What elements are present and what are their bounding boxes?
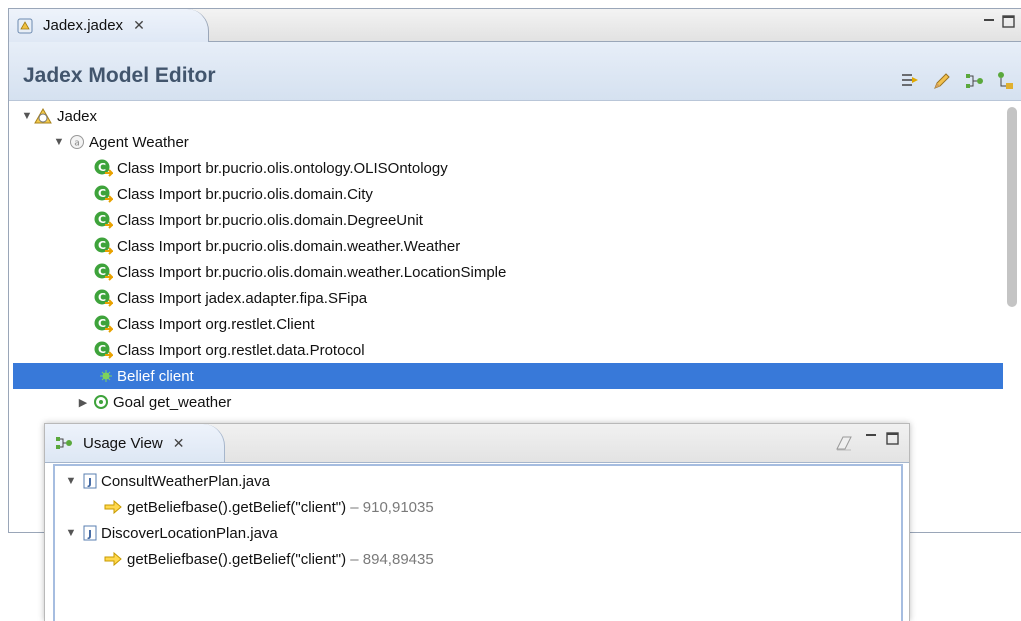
tree-node-label: Class Import jadex.adapter.fipa.SFipa [117,289,368,307]
java-file-icon: J [83,473,97,489]
tree-node-label: Goal get_weather [113,393,232,411]
collapsed-triangle-icon[interactable]: ▶ [77,396,89,409]
class-import-icon: C [93,158,113,178]
tab-label: Usage View [83,434,163,452]
usage-file-item[interactable]: ▼ J ConsultWeatherPlan.java [55,468,901,494]
svg-text:C: C [98,265,106,278]
tree-node-import[interactable]: C Class Import br.pucrio.olis.domain.Cit… [9,181,1003,207]
tree-node-belief[interactable]: Belief client [13,363,1003,389]
svg-text:C: C [98,291,106,304]
close-icon[interactable]: ✕ [173,435,185,452]
svg-text:C: C [98,317,106,330]
belief-icon [99,369,113,383]
tree-node-import[interactable]: C Class Import org.restlet.Client [9,311,1003,337]
svg-text:C: C [98,187,106,200]
usage-results: ▼ J ConsultWeatherPlan.java getBeliefbas… [53,464,903,621]
match-location: 910,91035 [362,498,434,516]
match-arrow-icon [103,551,123,567]
svg-text:C: C [98,239,106,252]
svg-text:J: J [87,477,92,488]
jadex-file-icon [17,18,33,34]
file-name: ConsultWeatherPlan.java [101,472,270,490]
tree-node-label: Class Import org.restlet.data.Protocol [117,341,365,359]
minimize-icon[interactable] [865,430,877,447]
match-separator: – [346,550,363,568]
tree-node-label: Class Import org.restlet.Client [117,315,315,333]
class-import-icon: C [93,236,113,256]
class-import-icon: C [93,340,113,360]
usage-view-icon [55,435,73,451]
maximize-icon[interactable] [1002,15,1015,31]
scrollbar-thumb[interactable] [1007,107,1017,307]
match-arrow-icon [103,499,123,515]
eraser-icon[interactable] [835,434,853,456]
tree-node-root[interactable]: ▼ Jadex [9,103,1003,129]
svg-text:J: J [87,529,92,540]
tree-node-import[interactable]: C Class Import br.pucrio.olis.domain.wea… [9,233,1003,259]
svg-text:a: a [74,139,80,149]
class-import-icon: C [93,262,113,282]
usage-match-item[interactable]: getBeliefbase().getBelief("client") – 89… [55,546,901,572]
java-file-icon: J [83,525,97,541]
match-call: getBeliefbase().getBelief("client") [127,498,347,516]
usage-file-item[interactable]: ▼ J DiscoverLocationPlan.java [55,520,901,546]
file-name: DiscoverLocationPlan.java [101,524,278,542]
svg-text:C: C [98,213,106,226]
tree-node-label: Agent Weather [89,133,189,151]
tab-label: Jadex.jadex [43,17,124,34]
tree-node-label: Jadex [57,107,98,125]
tree-node-label: Class Import br.pucrio.olis.domain.Degre… [117,211,423,229]
usage-match-item[interactable]: getBeliefbase().getBelief("client") – 91… [55,494,901,520]
expand-triangle-icon[interactable]: ▼ [53,136,65,148]
tree-node-import[interactable]: C Class Import br.pucrio.olis.domain.wea… [9,259,1003,285]
goal-icon [93,394,109,410]
tree-node-import[interactable]: C Class Import jadex.adapter.fipa.SFipa [9,285,1003,311]
tree-node-import[interactable]: C Class Import br.pucrio.olis.domain.Deg… [9,207,1003,233]
class-import-icon: C [93,184,113,204]
tree-node-label: Class Import br.pucrio.olis.domain.weath… [117,237,461,255]
expand-triangle-icon[interactable]: ▼ [65,475,77,487]
tree-node-import[interactable]: C Class Import br.pucrio.olis.ontology.O… [9,155,1003,181]
tree-node-label: Class Import br.pucrio.olis.domain.weath… [117,263,507,281]
jadex-agent-icon [33,107,53,125]
close-icon[interactable]: ✕ [133,17,145,34]
tree-node-label: Belief client [117,367,194,385]
vertical-scrollbar[interactable] [1005,101,1019,534]
pencil-icon[interactable] [931,70,953,92]
usage-view-panel: Usage View ✕ ▼ J ConsultWeatherPlan.java… [44,423,910,621]
class-import-icon: C [93,288,113,308]
tree-node-label: Class Import br.pucrio.olis.domain.City [117,185,373,203]
usage-tab-bar: Usage View ✕ [45,424,909,463]
maximize-icon[interactable] [886,432,899,449]
tree-node-goal[interactable]: ▶ Goal get_weather [9,389,1003,415]
expand-triangle-icon[interactable]: ▼ [21,110,33,122]
model-editor-header: Jadex Model Editor [9,42,1021,101]
svg-text:C: C [98,161,106,174]
tab-usage-view[interactable]: Usage View ✕ [45,424,225,462]
svg-text:C: C [98,343,106,356]
minimize-icon[interactable] [983,15,995,31]
tab-jadex-file[interactable]: Jadex.jadex ✕ [9,9,209,42]
match-location: 894,89435 [362,550,434,568]
tree-node-label: Class Import br.pucrio.olis.ontology.OLI… [117,159,448,177]
tree-node-agent[interactable]: ▼ a Agent Weather [9,129,1003,155]
match-call: getBeliefbase().getBelief("client") [127,550,347,568]
class-import-icon: C [93,210,113,230]
hierarchy-icon[interactable] [995,70,1017,92]
match-separator: – [346,498,363,516]
filter-icon[interactable] [899,70,921,92]
expand-triangle-icon[interactable]: ▼ [65,527,77,539]
usage-view-icon[interactable] [963,70,985,92]
header-toolbar [899,70,1017,92]
editor-tab-bar: Jadex.jadex ✕ [9,9,1021,42]
agent-icon: a [69,134,85,150]
class-import-icon: C [93,314,113,334]
page-title: Jadex Model Editor [23,64,216,87]
tree-node-import[interactable]: C Class Import org.restlet.data.Protocol [9,337,1003,363]
